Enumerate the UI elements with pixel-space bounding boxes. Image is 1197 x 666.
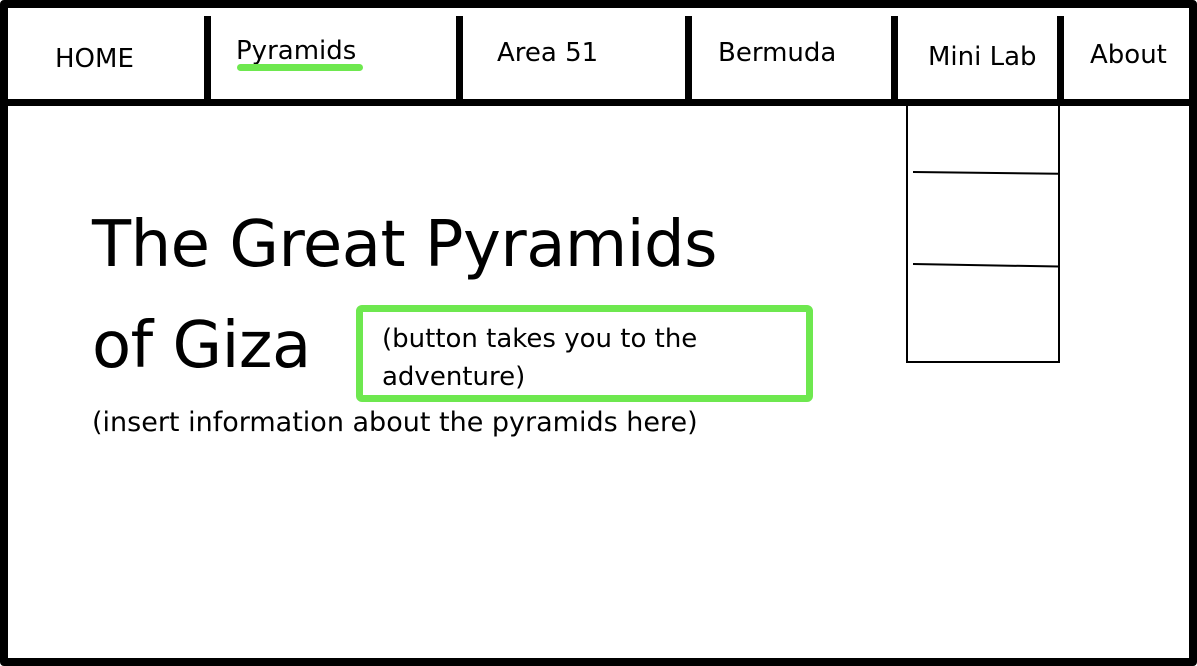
nav-item-pyramids[interactable]: Pyramids (236, 38, 356, 64)
nav-divider (204, 16, 211, 102)
nav-divider (685, 16, 692, 102)
nav-item-home[interactable]: HOME (55, 46, 134, 72)
nav-item-area-51[interactable]: Area 51 (497, 40, 598, 66)
nav-item-bermuda[interactable]: Bermuda (718, 40, 836, 66)
nav-bottom-border (8, 99, 1189, 106)
page-title-line-1: The Great Pyramids (92, 208, 718, 282)
nav-item-about[interactable]: About (1090, 42, 1167, 68)
pyramids-info-text: (insert information about the pyramids h… (92, 407, 698, 438)
nav-item-mini-lab[interactable]: Mini Lab (928, 44, 1037, 70)
adventure-button[interactable]: (button takes you to the adventure) (356, 305, 813, 402)
wireframe-page: HOME Pyramids Area 51 Bermuda Mini Lab A… (0, 0, 1197, 666)
nav-divider (891, 16, 898, 102)
mini-lab-dropdown (906, 106, 1060, 363)
active-nav-underline (237, 64, 363, 71)
nav-divider (456, 16, 463, 102)
page-title-line-2: of Giza (92, 309, 311, 383)
nav-divider (1057, 16, 1064, 102)
